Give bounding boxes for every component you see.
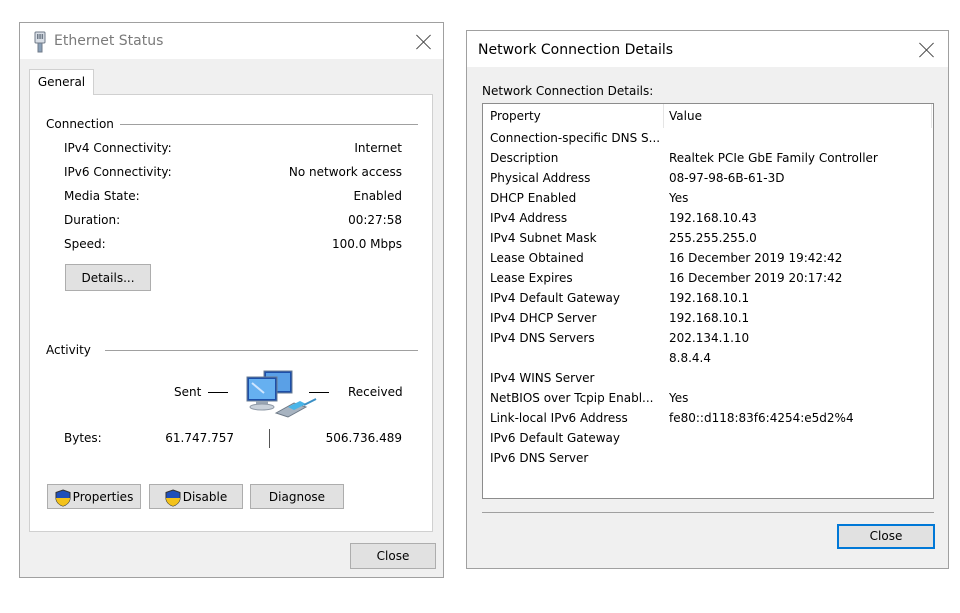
bytes-sent-value: 61.747.757 <box>165 431 234 445</box>
bytes-divider <box>269 429 270 448</box>
connection-group-label: Connection <box>46 117 120 131</box>
list-row[interactable]: IPv6 DNS Server <box>483 449 933 469</box>
column-header-property[interactable]: Property <box>490 109 541 123</box>
uac-shield-icon <box>165 488 181 507</box>
row-property: IPv4 Default Gateway <box>490 291 620 305</box>
network-details-titlebar[interactable]: Network Connection Details <box>467 31 948 67</box>
ipv4-connectivity-value: Internet <box>354 141 402 155</box>
list-row[interactable]: Lease Obtained 16 December 2019 19:42:42 <box>483 249 933 269</box>
row-property: Lease Expires <box>490 271 573 285</box>
row-property: IPv6 Default Gateway <box>490 431 620 445</box>
row-value: 202.134.1.10 <box>669 331 750 345</box>
bytes-label: Bytes: <box>64 431 102 445</box>
activity-group-label: Activity <box>46 343 97 357</box>
row-property: Connection-specific DNS S... <box>490 131 661 145</box>
media-state-value: Enabled <box>353 189 403 203</box>
row-value: Realtek PCIe GbE Family Controller <box>669 151 878 165</box>
list-row[interactable]: Lease Expires 16 December 2019 20:17:42 <box>483 269 933 289</box>
row-value: 16 December 2019 20:17:42 <box>669 271 843 285</box>
list-row[interactable]: Connection-specific DNS S... <box>483 129 933 149</box>
window-title: Network Connection Details <box>478 42 674 58</box>
list-row[interactable]: IPv4 DNS Servers 202.134.1.10 <box>483 329 933 349</box>
row-property: IPv4 DNS Servers <box>490 331 595 345</box>
row-property: Description <box>490 151 559 165</box>
row-value: 192.168.10.43 <box>669 211 757 225</box>
footer-divider <box>482 512 934 513</box>
row-value: fe80::d118:83f6:4254:e5d2%4 <box>669 411 854 425</box>
network-details-window: Network Connection Details Network Conne… <box>466 30 949 569</box>
media-state-label: Media State: <box>64 189 140 203</box>
row-value: Yes <box>669 191 689 205</box>
ethernet-status-titlebar[interactable]: Ethernet Status <box>20 23 443 59</box>
ethernet-status-window: Ethernet Status General Connection IPv4 … <box>19 22 444 578</box>
uac-shield-icon <box>55 488 71 507</box>
ipv6-connectivity-value: No network access <box>288 165 402 179</box>
row-value: 192.168.10.1 <box>669 291 750 305</box>
duration-value: 00:27:58 <box>348 213 402 227</box>
list-row[interactable]: IPv6 Default Gateway <box>483 429 933 449</box>
row-value: 192.168.10.1 <box>669 311 750 325</box>
row-value: 08-97-98-6B-61-3D <box>669 171 785 185</box>
row-property: IPv4 Subnet Mask <box>490 231 597 245</box>
list-row[interactable]: IPv4 Subnet Mask 255.255.255.0 <box>483 229 933 249</box>
bytes-received-value: 506.736.489 <box>325 431 402 445</box>
row-value: 255.255.255.0 <box>669 231 757 245</box>
list-row[interactable]: IPv4 Address 192.168.10.43 <box>483 209 933 229</box>
row-property: Link-local IPv6 Address <box>490 411 628 425</box>
row-value: 8.8.4.4 <box>669 351 711 365</box>
listview-header: Property Value <box>483 104 933 128</box>
list-row[interactable]: DHCP Enabled Yes <box>483 189 933 209</box>
disable-button-label: Disable <box>182 490 228 504</box>
column-separator[interactable] <box>663 104 664 128</box>
row-property: IPv4 WINS Server <box>490 371 595 385</box>
row-property: IPv6 DNS Server <box>490 451 589 465</box>
row-property: DHCP Enabled <box>490 191 577 205</box>
received-dash <box>309 392 329 393</box>
details-listview[interactable]: Property Value Connection-specific DNS S… <box>482 103 934 499</box>
sent-dash <box>208 392 228 393</box>
close-icon[interactable] <box>919 42 935 58</box>
row-property: IPv4 Address <box>490 211 568 225</box>
received-label: Received <box>348 385 403 399</box>
list-row[interactable]: Link-local IPv6 Address fe80::d118:83f6:4… <box>483 409 933 429</box>
diagnose-button[interactable]: Diagnose <box>250 484 344 509</box>
list-row[interactable]: 8.8.4.4 <box>483 349 933 369</box>
duration-label: Duration: <box>64 213 121 227</box>
column-header-value[interactable]: Value <box>669 109 702 123</box>
row-value: 16 December 2019 19:42:42 <box>669 251 843 265</box>
network-computers-icon <box>246 370 317 418</box>
row-property: Lease Obtained <box>490 251 584 265</box>
row-property: IPv4 DHCP Server <box>490 311 597 325</box>
row-property: Physical Address <box>490 171 591 185</box>
close-button[interactable]: Close <box>837 524 935 549</box>
connection-group-line <box>116 124 418 125</box>
ethernet-adapter-icon <box>34 31 46 53</box>
sent-label: Sent <box>174 385 202 399</box>
close-button[interactable]: Close <box>350 543 436 569</box>
column-separator[interactable] <box>931 104 932 128</box>
properties-button[interactable]: Properties <box>47 484 141 509</box>
speed-label: Speed: <box>64 237 106 251</box>
list-row[interactable]: Physical Address 08-97-98-6B-61-3D <box>483 169 933 189</box>
general-tab-panel: Connection IPv4 Connectivity: Internet I… <box>29 94 433 532</box>
tab-general[interactable]: General <box>29 69 94 95</box>
list-row[interactable]: IPv4 DHCP Server 192.168.10.1 <box>483 309 933 329</box>
close-icon[interactable] <box>416 34 432 50</box>
details-button[interactable]: Details... <box>65 264 151 291</box>
details-caption: Network Connection Details: <box>482 84 654 98</box>
list-row[interactable]: IPv4 WINS Server <box>483 369 933 389</box>
properties-button-label: Properties <box>72 490 134 504</box>
list-row[interactable]: IPv4 Default Gateway 192.168.10.1 <box>483 289 933 309</box>
disable-button[interactable]: Disable <box>149 484 243 509</box>
window-title: Ethernet Status <box>54 33 164 49</box>
row-property: NetBIOS over Tcpip Enabl... <box>490 391 654 405</box>
activity-group-line <box>105 350 418 351</box>
row-value: Yes <box>669 391 689 405</box>
ipv6-connectivity-label: IPv6 Connectivity: <box>64 165 172 179</box>
speed-value: 100.0 Mbps <box>331 237 402 251</box>
list-row[interactable]: NetBIOS over Tcpip Enabl... Yes <box>483 389 933 409</box>
list-row[interactable]: Description Realtek PCIe GbE Family Contr… <box>483 149 933 169</box>
ipv4-connectivity-label: IPv4 Connectivity: <box>64 141 172 155</box>
